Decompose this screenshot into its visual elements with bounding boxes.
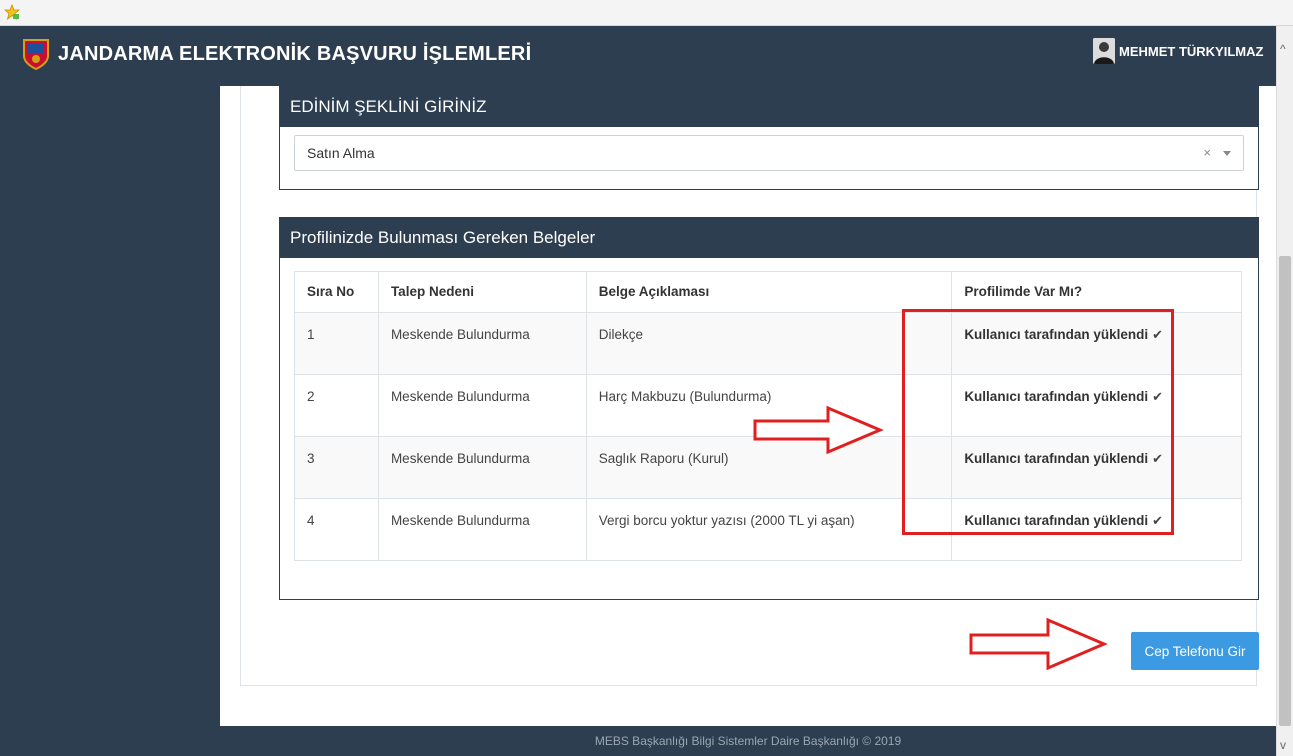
- enter-phone-button[interactable]: Cep Telefonu Gir: [1131, 632, 1259, 670]
- app-title: JANDARMA ELEKTRONİK BAŞVURU İŞLEMLERİ: [58, 43, 532, 65]
- sidebar: [0, 86, 220, 726]
- page-scrollbar[interactable]: ^ v: [1276, 26, 1293, 756]
- acquisition-panel-heading: EDİNİM ŞEKLİNİ GİRİNİZ: [280, 87, 1258, 127]
- cell-reason: Meskende Bulundurma: [377, 436, 587, 499]
- scroll-down-icon[interactable]: v: [1280, 738, 1286, 752]
- acquisition-panel: EDİNİM ŞEKLİNİ GİRİNİZ Satın Alma ×: [279, 86, 1259, 190]
- documents-table: Sıra No Talep Nedeni Belge Açıklaması Pr…: [294, 271, 1242, 561]
- clear-selection-icon[interactable]: ×: [1203, 145, 1211, 160]
- table-row: 1 Meskende Bulundurma Dilekçe Kullanıcı …: [294, 312, 1242, 375]
- scroll-up-icon[interactable]: ^: [1280, 42, 1286, 56]
- column-header-no: Sıra No: [294, 271, 379, 313]
- cell-reason: Meskende Bulundurma: [377, 498, 587, 561]
- favorites-star-icon[interactable]: [4, 4, 20, 20]
- cell-no: 2: [294, 374, 379, 437]
- main-content: EDİNİM ŞEKLİNİ GİRİNİZ Satın Alma × Prof…: [220, 86, 1276, 726]
- scrollbar-thumb[interactable]: [1279, 256, 1291, 726]
- column-header-document: Belge Açıklaması: [585, 271, 953, 313]
- user-avatar[interactable]: [1093, 38, 1115, 64]
- documents-panel-heading: Profilinizde Bulunması Gereken Belgeler: [280, 218, 1258, 258]
- user-photo-icon: [1093, 38, 1115, 64]
- cell-status: Kullanıcı tarafından yüklendi ✔: [951, 436, 1242, 499]
- documents-panel: Profilinizde Bulunması Gereken Belgeler …: [279, 217, 1259, 600]
- status-text: Kullanıcı tarafından yüklendi: [964, 451, 1149, 466]
- content-card: EDİNİM ŞEKLİNİ GİRİNİZ Satın Alma × Prof…: [240, 86, 1259, 686]
- jandarma-emblem-icon[interactable]: [22, 38, 50, 70]
- cell-status: Kullanıcı tarafından yüklendi ✔: [951, 374, 1242, 437]
- status-text: Kullanıcı tarafından yüklendi: [964, 389, 1149, 404]
- checkmark-icon: ✔: [1152, 513, 1164, 528]
- checkmark-icon: ✔: [1152, 451, 1164, 466]
- cell-document: Saglık Raporu (Kurul): [585, 436, 953, 499]
- table-row: 4 Meskende Bulundurma Vergi borcu yoktur…: [294, 498, 1242, 561]
- table-row: 3 Meskende Bulundurma Saglık Raporu (Kur…: [294, 436, 1242, 499]
- table-row: 2 Meskende Bulundurma Harç Makbuzu (Bulu…: [294, 374, 1242, 437]
- cell-no: 4: [294, 498, 379, 561]
- cell-status: Kullanıcı tarafından yüklendi ✔: [951, 312, 1242, 375]
- app-header: JANDARMA ELEKTRONİK BAŞVURU İŞLEMLERİ ME…: [0, 26, 1276, 86]
- column-header-status: Profilimde Var Mı?: [951, 271, 1242, 313]
- chevron-down-icon[interactable]: [1223, 151, 1231, 156]
- table-header-row: Sıra No Talep Nedeni Belge Açıklaması Pr…: [294, 271, 1242, 313]
- checkmark-icon: ✔: [1152, 327, 1164, 342]
- cell-reason: Meskende Bulundurma: [377, 374, 587, 437]
- acquisition-method-select[interactable]: Satın Alma ×: [294, 135, 1244, 171]
- user-name[interactable]: MEHMET TÜRKYILMAZ: [1119, 44, 1263, 59]
- cell-document: Vergi borcu yoktur yazısı (2000 TL yi aş…: [585, 498, 953, 561]
- footer-copyright: MEBS Başkanlığı Bilgi Sistemler Daire Ba…: [220, 726, 1276, 756]
- cell-document: Harç Makbuzu (Bulundurma): [585, 374, 953, 437]
- cell-reason: Meskende Bulundurma: [377, 312, 587, 375]
- browser-toolbar: [0, 0, 1293, 26]
- cell-status: Kullanıcı tarafından yüklendi ✔: [951, 498, 1242, 561]
- column-header-reason: Talep Nedeni: [377, 271, 587, 313]
- cell-document: Dilekçe: [585, 312, 953, 375]
- cell-no: 1: [294, 312, 379, 375]
- status-text: Kullanıcı tarafından yüklendi: [964, 513, 1149, 528]
- acquisition-method-value: Satın Alma: [307, 145, 375, 161]
- cell-no: 3: [294, 436, 379, 499]
- status-text: Kullanıcı tarafından yüklendi: [964, 327, 1149, 342]
- checkmark-icon: ✔: [1152, 389, 1164, 404]
